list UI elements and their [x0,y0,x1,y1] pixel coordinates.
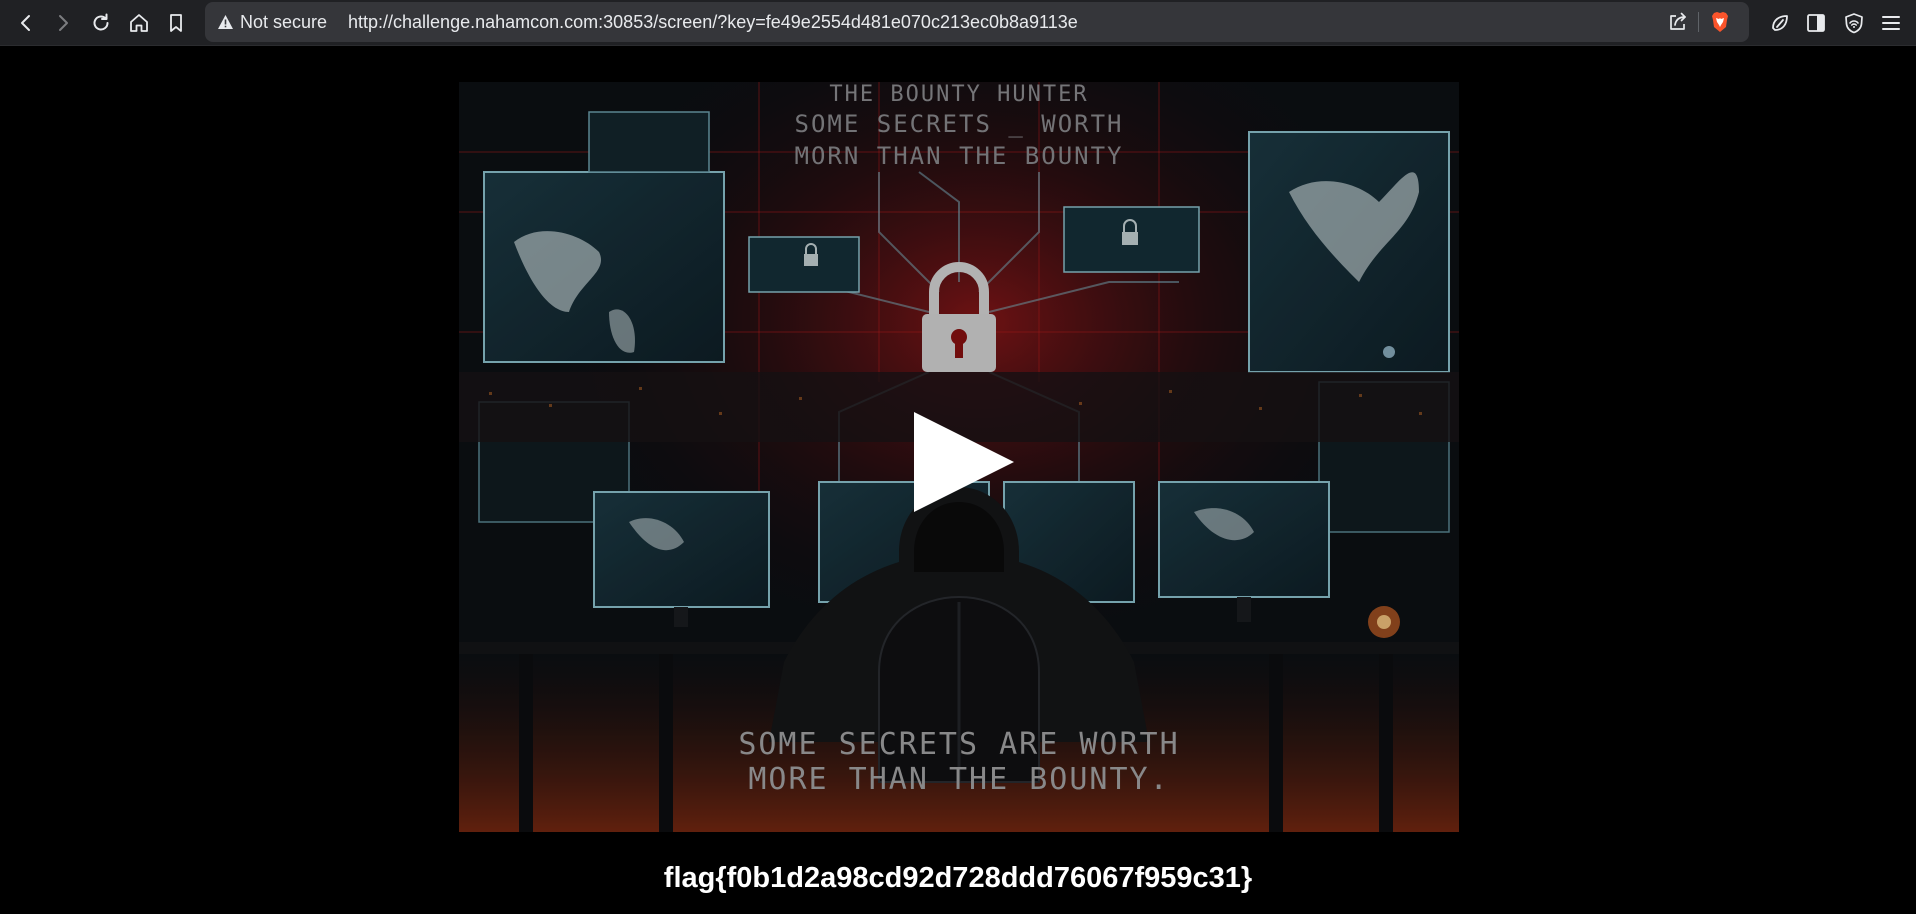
home-icon [130,14,148,32]
leo-ai-icon [1772,15,1788,31]
address-bar[interactable]: Not secure http://challenge.nahamcon.com… [205,2,1749,42]
leo-ai-button[interactable] [1764,7,1796,39]
back-icon [21,15,30,31]
warning-icon [218,15,233,29]
forward-button[interactable] [47,7,79,39]
flag-text: flag{f0b1d2a98cd92d728ddd76067f959c31} [663,862,1253,894]
main-menu-button[interactable] [1875,7,1907,39]
back-button[interactable] [10,7,42,39]
bookmark-button[interactable] [160,7,192,39]
play-icon [914,412,1014,512]
menu-icon [1882,16,1900,30]
bookmark-icon [170,14,182,32]
forward-icon [59,15,68,31]
omnibox-divider [1698,12,1699,32]
vpn-button[interactable] [1838,7,1870,39]
reload-button[interactable] [85,7,117,39]
sidebar-icon [1807,14,1825,32]
reload-icon [93,13,109,31]
url-text[interactable]: http://challenge.nahamcon.com:30853/scre… [348,12,1078,32]
share-icon[interactable] [1666,10,1690,34]
play-button[interactable] [909,407,1019,517]
browser-toolbar: Not secure http://challenge.nahamcon.com… [0,0,1916,46]
security-status-label[interactable]: Not secure [240,12,327,32]
home-button[interactable] [123,7,155,39]
brave-shields-icon[interactable] [1708,10,1732,34]
vpn-icon [1845,13,1863,34]
sidebar-toggle-button[interactable] [1800,7,1832,39]
video-player[interactable]: THE BOUNTY HUNTER SOME SECRETS _ WORTH M… [459,82,1459,832]
